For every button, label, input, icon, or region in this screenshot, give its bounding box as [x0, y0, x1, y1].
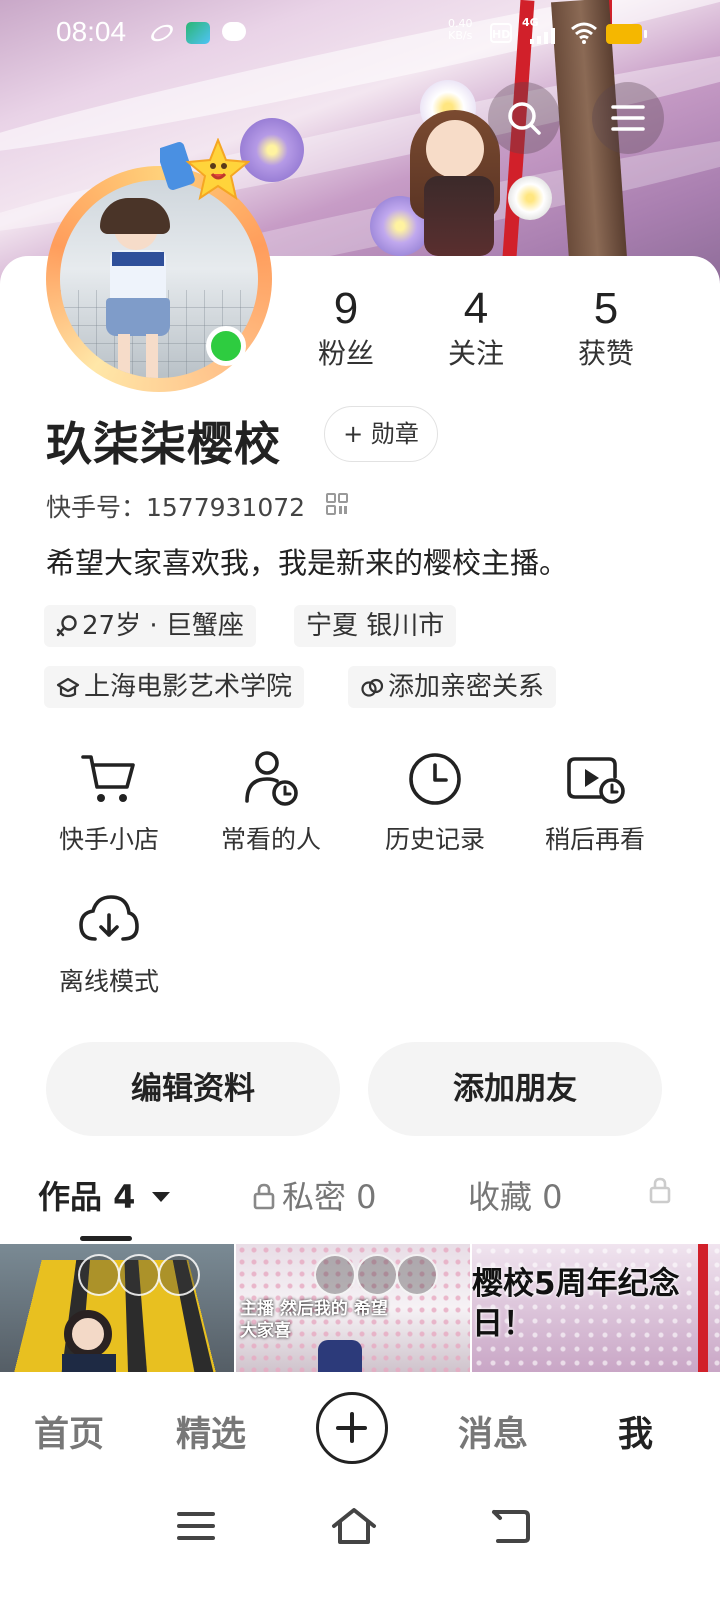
- nav-messages[interactable]: 消息: [458, 1406, 528, 1457]
- thumbnail-caption: 樱校5周年纪念日！: [472, 1266, 680, 1342]
- chevron-down-icon: [151, 1192, 170, 1202]
- nav-me[interactable]: 我: [618, 1406, 653, 1457]
- online-status-dot: [206, 326, 246, 366]
- stat-fans[interactable]: 9 粉丝: [286, 284, 406, 374]
- menu-button[interactable]: [592, 82, 664, 154]
- chat-notification-icon: [222, 22, 246, 41]
- stat-following[interactable]: 4 关注: [416, 284, 536, 374]
- profile-name: 玖柒柒樱校: [46, 417, 281, 471]
- tag-age[interactable]: 27岁 · 巨蟹座: [44, 605, 256, 647]
- video-thumbnail[interactable]: [0, 1244, 234, 1372]
- stat-value: 5: [593, 284, 619, 333]
- tag-add-relationship[interactable]: 添加亲密关系: [348, 666, 557, 708]
- lock-icon: [649, 1177, 671, 1204]
- tool-shop[interactable]: 快手小店: [44, 742, 174, 856]
- tool-label: 快手小店: [58, 825, 159, 854]
- search-button[interactable]: [488, 82, 560, 154]
- female-icon: [56, 615, 77, 637]
- video-thumbnail[interactable]: 主播 然后我的 希望大家喜: [236, 1244, 470, 1372]
- tab-favorites[interactable]: 收藏 0: [468, 1172, 563, 1218]
- add-medal-button[interactable]: + 勋章: [324, 406, 438, 462]
- tool-label: 常看的人: [220, 825, 321, 854]
- nav-home[interactable]: 首页: [34, 1406, 104, 1457]
- active-tab-indicator: [80, 1236, 132, 1241]
- back-icon[interactable]: [490, 1508, 532, 1544]
- stat-value: 9: [333, 284, 359, 333]
- status-time: 08:04: [56, 16, 127, 47]
- user-clock-icon: [245, 751, 298, 806]
- watch-later-icon: [567, 757, 625, 804]
- search-icon: [508, 102, 541, 135]
- qr-code-icon[interactable]: [326, 493, 348, 515]
- add-friend-button[interactable]: 添加朋友: [368, 1042, 662, 1136]
- app-notification-icon: [148, 21, 176, 45]
- signal-icon: [530, 28, 558, 44]
- stat-likes[interactable]: 5 获赞: [546, 284, 666, 374]
- battery-icon: [606, 24, 647, 44]
- edit-profile-button[interactable]: 编辑资料: [46, 1042, 340, 1136]
- tool-watch-later[interactable]: 稍后再看: [530, 742, 660, 856]
- tab-works[interactable]: 作品 4: [38, 1172, 171, 1218]
- tool-label: 稍后再看: [544, 825, 645, 854]
- stat-value: 4: [463, 284, 489, 333]
- create-button[interactable]: [316, 1392, 388, 1464]
- tool-offline-mode[interactable]: 离线模式: [44, 884, 174, 998]
- status-bar: 08:04 0.40 KB/s HD 4G: [0, 0, 720, 66]
- tool-label: 离线模式: [58, 967, 159, 996]
- relation-icon: [361, 678, 384, 697]
- school-icon: [56, 677, 80, 698]
- net-speed: 0.40 KB/s: [448, 17, 473, 42]
- recent-apps-icon[interactable]: [176, 1510, 216, 1542]
- tab-private[interactable]: 私密 0: [252, 1172, 377, 1218]
- clock-icon: [409, 753, 461, 805]
- tool-history[interactable]: 历史记录: [370, 742, 500, 856]
- cart-icon: [81, 755, 135, 802]
- video-thumbnail[interactable]: 樱校5周年纪念日！: [472, 1244, 720, 1372]
- nav-featured[interactable]: 精选: [176, 1406, 246, 1457]
- system-nav-bar: [0, 1488, 720, 1600]
- menu-icon: [611, 105, 645, 131]
- wifi-icon: [571, 22, 597, 44]
- tag-school[interactable]: 上海电影艺术学院: [44, 666, 305, 708]
- star-sticker-icon: [160, 138, 250, 201]
- tool-frequent-people[interactable]: 常看的人: [206, 742, 336, 856]
- kuaishou-id: 快手号：1577931072: [46, 493, 306, 522]
- tool-label: 历史记录: [384, 825, 485, 854]
- profile-bio: 希望大家喜欢我，我是新来的樱校主播。: [46, 546, 569, 580]
- cloud-download-icon: [79, 895, 139, 941]
- lock-icon: [253, 1183, 275, 1210]
- tab-more-locked[interactable]: [648, 1172, 672, 1210]
- app-notification-icon: [186, 22, 210, 44]
- stat-label: 关注: [447, 337, 504, 370]
- tag-location[interactable]: 宁夏 银川市: [294, 605, 457, 647]
- stat-label: 粉丝: [317, 337, 374, 370]
- stat-label: 获赞: [577, 337, 634, 370]
- thumbnail-caption: 主播 然后我的 希望大家喜: [240, 1299, 388, 1341]
- home-icon[interactable]: [330, 1506, 378, 1546]
- hd-icon: HD: [490, 23, 512, 43]
